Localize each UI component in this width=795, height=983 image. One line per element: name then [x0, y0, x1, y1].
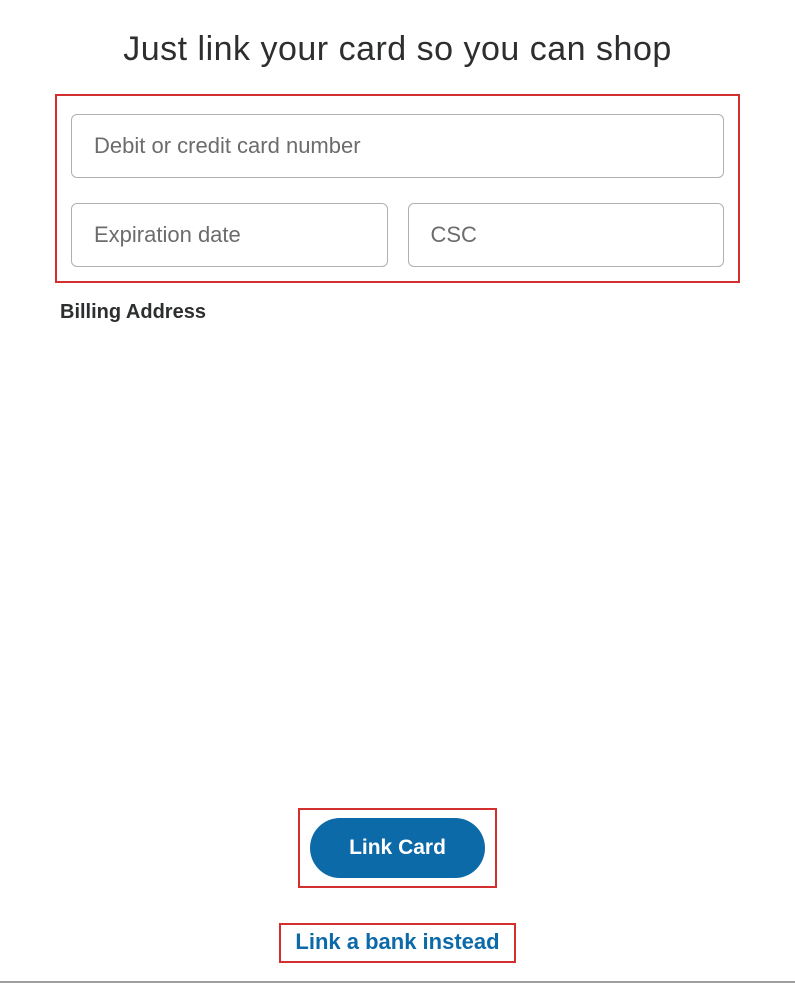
actions-area: Link Card Link a bank instead — [0, 808, 795, 963]
card-number-input[interactable] — [71, 114, 724, 178]
card-number-row — [71, 114, 724, 178]
page-title: Just link your card so you can shop — [55, 30, 740, 69]
form-container: Just link your card so you can shop Bill… — [0, 0, 795, 324]
link-card-highlight: Link Card — [298, 808, 497, 888]
link-card-button[interactable]: Link Card — [310, 818, 485, 878]
link-bank-highlight: Link a bank instead — [279, 923, 515, 963]
expiry-csc-row — [71, 203, 724, 267]
billing-address-label: Billing Address — [55, 301, 740, 324]
csc-input[interactable] — [408, 203, 725, 267]
card-fields-highlight — [55, 94, 740, 283]
link-bank-instead-link[interactable]: Link a bank instead — [295, 929, 499, 954]
expiration-input[interactable] — [71, 203, 388, 267]
